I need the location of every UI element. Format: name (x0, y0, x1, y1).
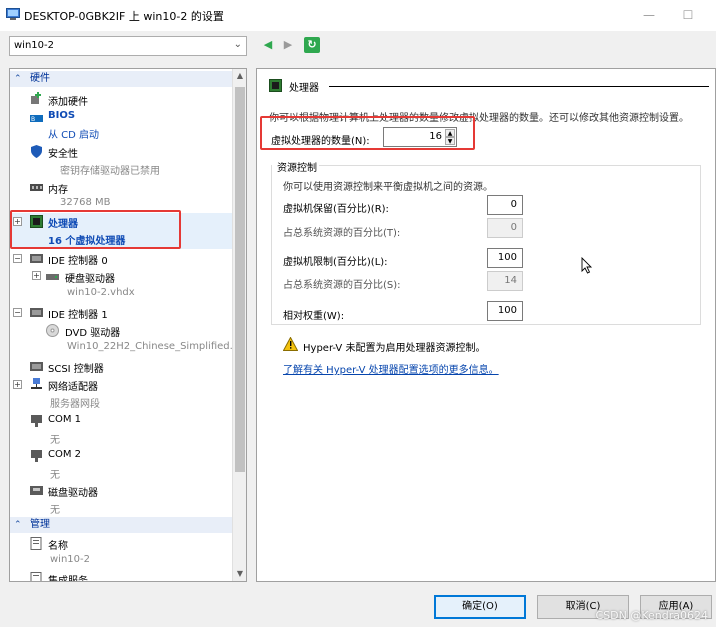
scsi-controller-icon (30, 362, 43, 371)
sidebar-item-security-detail: 密钥存储驱动器已禁用 (60, 166, 160, 177)
sidebar-item-integration-services[interactable]: 集成服务 (48, 572, 88, 581)
floppy-disk-icon (30, 486, 43, 495)
title-bar: DESKTOP-0GBK2IF 上 win10-2 的设置 — ☐ (0, 0, 716, 31)
expand-icon[interactable]: + (32, 271, 41, 280)
weight-input[interactable]: 100 (487, 301, 523, 321)
watermark: CSDN @Kendra0624 (595, 609, 708, 622)
sidebar-item-bios[interactable]: BIOS (48, 110, 75, 121)
sidebar-item-memory-detail: 32768 MB (60, 197, 111, 208)
network-adapter-icon (31, 378, 42, 389)
sidebar-item-ide-1[interactable]: IDE 控制器 1 (48, 306, 108, 321)
processor-icon (269, 79, 282, 92)
sidebar-item-com1[interactable]: COM 1 (48, 414, 81, 425)
sidebar-item-bios-detail: 从 CD 启动 (48, 130, 100, 141)
collapse-icon: ⌃ (14, 520, 22, 530)
sidebar-item-scsi[interactable]: SCSI 控制器 (48, 360, 104, 375)
sidebar-item-name-detail: win10-2 (50, 554, 90, 565)
bios-icon: B (30, 115, 43, 123)
reserve-label: 虚拟机保留(百分比)(R): (283, 204, 389, 215)
scroll-down-icon[interactable]: ▼ (233, 567, 246, 581)
chevron-down-icon: ⌄ (233, 39, 242, 50)
window-title: DESKTOP-0GBK2IF 上 win10-2 的设置 (24, 10, 224, 23)
shield-icon (31, 145, 42, 158)
group-divider (319, 165, 701, 166)
ok-button[interactable]: 确定(O) (434, 595, 526, 619)
back-arrow-icon[interactable]: ◀ (260, 37, 276, 53)
memory-icon (30, 184, 43, 191)
hardware-header-label: 硬件 (30, 73, 50, 84)
scrollbar-thumb[interactable] (235, 87, 245, 472)
sidebar-item-hard-drive[interactable]: 硬盘驱动器 (65, 270, 115, 285)
integration-services-icon (30, 572, 42, 581)
sidebar-scrollbar[interactable]: ▲ ▼ (232, 69, 246, 581)
limit-label: 虚拟机限制(百分比)(L): (283, 257, 388, 268)
vm-selector[interactable]: win10-2 ⌄ (9, 36, 247, 56)
highlight-box-count (260, 116, 475, 150)
section-title: 处理器 (289, 83, 319, 94)
limit-total-label: 占总系统资源的百分比(S): (283, 280, 401, 291)
limit-total-value: 14 (487, 271, 523, 291)
sidebar-item-add-hardware[interactable]: 添加硬件 (48, 93, 88, 108)
sidebar-item-security[interactable]: 安全性 (48, 145, 78, 160)
sidebar-item-dvd[interactable]: DVD 驱动器 (65, 324, 120, 339)
weight-label: 相对权重(W): (283, 311, 345, 322)
add-hardware-icon (31, 92, 41, 104)
sidebar-item-com1-detail: 无 (50, 435, 60, 446)
highlight-box-sidebar (10, 210, 181, 249)
sidebar-item-network[interactable]: 网络适配器 (48, 378, 98, 393)
name-icon (30, 537, 42, 550)
ide-controller-icon (30, 308, 43, 317)
management-section-header[interactable]: ⌃ 管理 (10, 517, 234, 533)
collapse-icon[interactable]: − (13, 308, 22, 317)
maximize-button[interactable]: ☐ (676, 5, 700, 25)
collapse-icon[interactable]: − (13, 254, 22, 263)
svg-text:B: B (31, 116, 35, 123)
sidebar-item-com2-detail: 无 (50, 470, 60, 481)
collapse-icon: ⌃ (14, 74, 22, 84)
sidebar-item-disk-drive[interactable]: 磁盘驱动器 (48, 484, 98, 499)
sidebar-item-network-detail: 服务器网段 (50, 399, 100, 410)
title-divider (329, 86, 709, 87)
refresh-icon[interactable]: ↻ (304, 37, 320, 53)
sidebar-item-com2[interactable]: COM 2 (48, 449, 81, 460)
sidebar-item-memory[interactable]: 内存 (48, 181, 68, 196)
vm-selector-value: win10-2 (14, 40, 54, 51)
learn-more-link[interactable]: 了解有关 Hyper-V 处理器配置选项的更多信息。 (283, 361, 499, 376)
hard-drive-icon (46, 274, 59, 280)
sidebar-item-hard-drive-detail: win10-2.vhdx (67, 287, 135, 298)
com-port-icon (31, 415, 42, 427)
ide-controller-icon (30, 254, 43, 263)
sidebar-item-name[interactable]: 名称 (48, 537, 68, 552)
resource-control-description: 你可以使用资源控制来平衡虚拟机之间的资源。 (283, 182, 493, 193)
reserve-total-value: 0 (487, 218, 523, 238)
reserve-input[interactable]: 0 (487, 195, 523, 215)
warning-icon (283, 337, 298, 351)
dvd-disc-icon (46, 324, 59, 337)
limit-input[interactable]: 100 (487, 248, 523, 268)
management-header-label: 管理 (30, 519, 50, 530)
sidebar-item-dvd-detail: Win10_22H2_Chinese_Simplified... (67, 341, 240, 352)
mouse-cursor-icon (581, 257, 593, 274)
settings-tree[interactable]: ⌃ 硬件 添加硬件 B BIOS 从 CD 启动 安全性 密钥存储驱动器已禁用 … (9, 68, 247, 582)
sidebar-item-ide-0[interactable]: IDE 控制器 0 (48, 252, 108, 267)
expand-icon[interactable]: + (13, 380, 22, 389)
reserve-total-label: 占总系统资源的百分比(T): (283, 228, 401, 239)
hardware-section-header[interactable]: ⌃ 硬件 (10, 71, 234, 87)
hyperv-app-icon (6, 8, 20, 20)
forward-arrow-icon[interactable]: ▶ (280, 37, 296, 53)
com-port-icon (31, 450, 42, 462)
scroll-up-icon[interactable]: ▲ (233, 69, 246, 83)
sidebar-item-disk-drive-detail: 无 (50, 505, 60, 516)
warning-message: Hyper-V 未配置为启用处理器资源控制。 (303, 343, 486, 354)
minimize-button[interactable]: — (637, 5, 661, 25)
